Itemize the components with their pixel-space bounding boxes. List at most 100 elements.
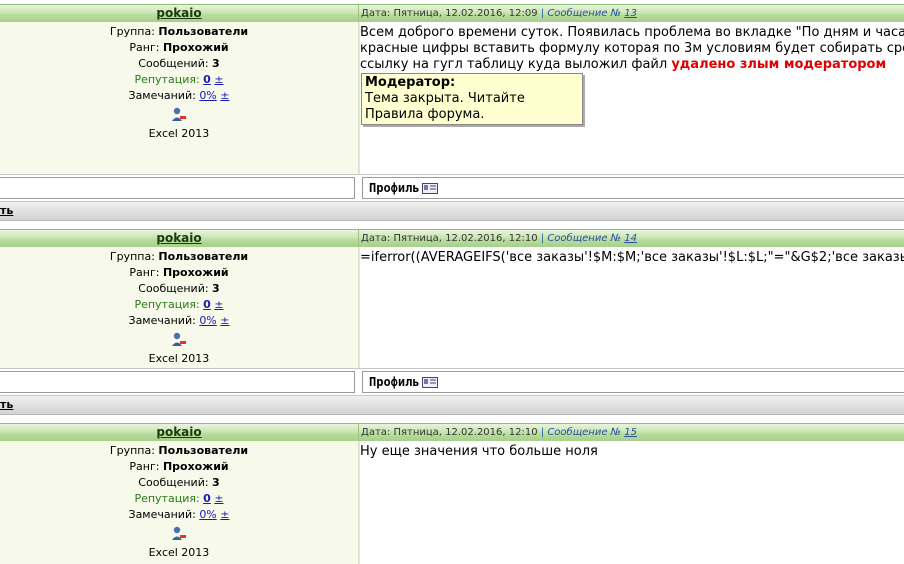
messages-label: Сообщений: — [138, 476, 209, 489]
footer-left-box — [0, 177, 355, 199]
profile-label: Профиль — [369, 181, 420, 195]
group-label: Группа: — [109, 250, 155, 263]
post-meta: Дата: Пятница, 12.02.2016, 12:10 | Сообщ… — [361, 233, 637, 244]
date-label: Дата: — [361, 233, 391, 244]
footer-right-box — [362, 177, 904, 199]
post-text-line: красные цифры вставить формулу которая п… — [360, 41, 904, 56]
excel-version: Excel 2013 — [148, 352, 210, 365]
group-label: Группа: — [109, 25, 155, 38]
post-header: pokaio Дата: Пятница, 12.02.2016, 12:10 … — [0, 229, 904, 248]
author-name-link[interactable]: pokaio — [0, 6, 358, 20]
post-body: Ну еще значения что больше ноля — [359, 441, 904, 564]
post-header: pokaio Дата: Пятница, 12.02.2016, 12:09 … — [0, 4, 904, 23]
group-value: Пользователи — [158, 250, 249, 263]
deleted-link-notice: удалено злым модератором — [671, 57, 887, 72]
profile-label: Профиль — [369, 375, 420, 389]
reputation-change-button[interactable]: ± — [214, 73, 223, 86]
message-label: Сообщение № — [547, 233, 622, 244]
group-label: Группа: — [109, 444, 155, 457]
header-divider — [358, 230, 359, 247]
post-text-line: Ну еще значения что больше ноля — [360, 444, 598, 459]
author-name-link[interactable]: pokaio — [0, 231, 358, 245]
post-footer-bar: Профиль — [0, 174, 904, 202]
group-value: Пользователи — [158, 444, 249, 457]
date-label: Дата: — [361, 427, 391, 438]
messages-label: Сообщений: — [138, 282, 209, 295]
remarks-label: Замечаний: — [128, 89, 196, 102]
profile-button[interactable]: Профиль — [369, 375, 438, 389]
remarks-link[interactable]: 0% — [199, 89, 216, 102]
footer-left-box — [0, 371, 355, 393]
reputation-label: Репутация: — [134, 492, 200, 505]
post-action-link[interactable]: ть — [0, 204, 13, 217]
post-footer-bar: Профиль — [0, 368, 904, 396]
rank-label: Ранг: — [129, 41, 160, 54]
user-info-panel: Группа: Пользователи Ранг: Прохожий Сооб… — [0, 247, 359, 368]
reputation-label: Репутация: — [134, 73, 200, 86]
post-date: Пятница, 12.02.2016, 12:10 — [393, 427, 538, 438]
profile-card-icon — [421, 376, 438, 388]
post-text-line: ссылку на гугл таблицу куда выложил файл — [360, 57, 672, 72]
message-number-link[interactable]: 15 — [624, 427, 637, 438]
meta-divider: | — [540, 233, 545, 244]
moderator-line: Правила форума. — [365, 107, 485, 122]
post-date: Пятница, 12.02.2016, 12:10 — [393, 233, 538, 244]
reputation-link[interactable]: 0 — [203, 298, 211, 311]
messages-count: 3 — [212, 282, 220, 295]
rank-value: Прохожий — [162, 41, 229, 54]
reputation-change-button[interactable]: ± — [214, 492, 223, 505]
post-action-link[interactable]: ть — [0, 398, 13, 411]
messages-count: 3 — [212, 57, 220, 70]
remarks-label: Замечаний: — [128, 508, 196, 521]
group-value: Пользователи — [158, 25, 249, 38]
post-meta: Дата: Пятница, 12.02.2016, 12:10 | Сообщ… — [361, 427, 637, 438]
post-text-line: Всем доброго времени суток. Появилась пр… — [360, 25, 904, 40]
reputation-label: Репутация: — [134, 298, 200, 311]
excel-version: Excel 2013 — [148, 127, 210, 140]
post-actions-strip: ть — [0, 396, 904, 415]
post-date: Пятница, 12.02.2016, 12:09 — [393, 8, 538, 19]
remarks-change-button[interactable]: ± — [220, 508, 229, 521]
date-label: Дата: — [361, 8, 391, 19]
user-remark-icon[interactable] — [0, 523, 358, 543]
reputation-link[interactable]: 0 — [203, 492, 211, 505]
message-label: Сообщение № — [547, 427, 622, 438]
meta-divider: | — [540, 427, 545, 438]
post-header: pokaio Дата: Пятница, 12.02.2016, 12:10 … — [0, 423, 904, 442]
message-number-link[interactable]: 13 — [624, 8, 637, 19]
rank-value: Прохожий — [162, 460, 229, 473]
remarks-label: Замечаний: — [128, 314, 196, 327]
post-meta: Дата: Пятница, 12.02.2016, 12:09 | Сообщ… — [361, 8, 637, 19]
reputation-change-button[interactable]: ± — [214, 298, 223, 311]
author-name-link[interactable]: pokaio — [0, 425, 358, 439]
messages-count: 3 — [212, 476, 220, 489]
post-actions-strip: ть — [0, 202, 904, 221]
footer-right-box — [362, 371, 904, 393]
user-info-panel: Группа: Пользователи Ранг: Прохожий Сооб… — [0, 441, 359, 564]
post-body: =iferror((AVERAGEIFS('все заказы'!$M:$M;… — [359, 247, 904, 368]
header-divider — [358, 424, 359, 441]
user-remark-icon[interactable] — [0, 104, 358, 124]
message-label: Сообщение № — [547, 8, 622, 19]
rank-label: Ранг: — [129, 266, 160, 279]
excel-version: Excel 2013 — [148, 546, 210, 559]
moderator-title: Модератор: — [365, 75, 456, 90]
profile-card-icon — [421, 182, 438, 194]
formula-text: =iferror((AVERAGEIFS('все заказы'!$M:$M;… — [360, 250, 904, 265]
remarks-change-button[interactable]: ± — [220, 89, 229, 102]
remarks-change-button[interactable]: ± — [220, 314, 229, 327]
reputation-link[interactable]: 0 — [203, 73, 211, 86]
user-remark-icon[interactable] — [0, 329, 358, 349]
messages-label: Сообщений: — [138, 57, 209, 70]
header-divider — [358, 5, 359, 22]
rank-value: Прохожий — [162, 266, 229, 279]
rank-label: Ранг: — [129, 460, 160, 473]
profile-button[interactable]: Профиль — [369, 181, 438, 195]
remarks-link[interactable]: 0% — [199, 508, 216, 521]
message-number-link[interactable]: 14 — [624, 233, 637, 244]
remarks-link[interactable]: 0% — [199, 314, 216, 327]
moderator-note: Модератор: Тема закрыта. Читайте Правила… — [361, 73, 583, 125]
meta-divider: | — [540, 8, 545, 19]
moderator-line: Тема закрыта. Читайте — [365, 91, 525, 106]
user-info-panel: Группа: Пользователи Ранг: Прохожий Сооб… — [0, 22, 359, 175]
